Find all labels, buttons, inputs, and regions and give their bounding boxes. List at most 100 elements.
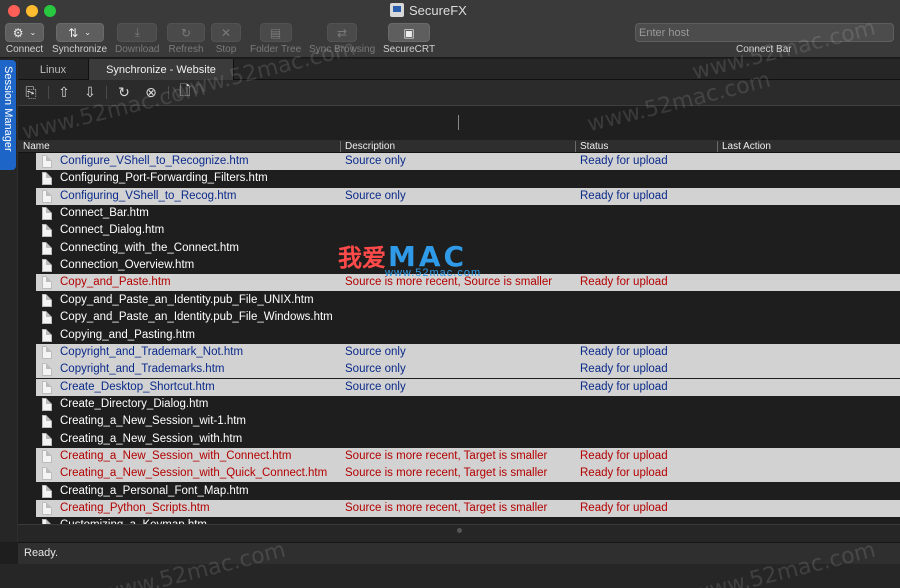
table-row[interactable]: Configuring_Port-Forwarding_Filters.htm bbox=[18, 170, 900, 187]
download-file-icon[interactable]: ⇩ bbox=[82, 84, 98, 100]
file-icon bbox=[42, 172, 52, 186]
status-cell: Ready for upload bbox=[580, 345, 668, 358]
table-row[interactable]: Copy_and_Paste_an_Identity.pub_File_UNIX… bbox=[18, 292, 900, 309]
status-cell bbox=[580, 293, 715, 308]
maximize-window-button[interactable] bbox=[44, 5, 56, 17]
table-row[interactable]: Creating_a_New_Session_with.htm bbox=[18, 431, 900, 448]
table-header: Name Description Status Last Action bbox=[18, 140, 900, 153]
table-row[interactable]: Connect_Bar.htm bbox=[18, 205, 900, 222]
file-icon bbox=[42, 484, 52, 498]
table-row[interactable]: Connect_Dialog.htm bbox=[18, 222, 900, 239]
description-cell: Source only bbox=[345, 189, 406, 202]
tab-linux[interactable]: Linux bbox=[18, 59, 88, 80]
file-name-cell: Connect_Bar.htm bbox=[60, 207, 149, 220]
table-row[interactable]: Configuring_VShell_to_Recog.htm Source on… bbox=[18, 187, 900, 205]
file-name-cell: Creating_a_Personal_Font_Map.htm bbox=[60, 484, 249, 497]
splitter-handle[interactable] bbox=[457, 528, 462, 533]
file-name-cell: Copyright_and_Trademarks.htm bbox=[60, 363, 225, 376]
connect-button[interactable]: ⚙ ⌄ Connect bbox=[5, 23, 44, 55]
description-cell bbox=[345, 171, 575, 186]
table-row[interactable]: Creating_Python_Scripts.htm Source is mor… bbox=[18, 500, 900, 517]
description-cell bbox=[345, 206, 575, 221]
file-name-cell: Copy_and_Paste.htm bbox=[60, 276, 171, 289]
synchronize-button[interactable]: ⇅ ⌄ Synchronize bbox=[52, 23, 107, 55]
table-row[interactable]: Copyright_and_Trademark_Not.htm Source on… bbox=[18, 343, 900, 361]
column-divider[interactable] bbox=[340, 141, 341, 152]
window-title-group: SecureFX bbox=[390, 2, 467, 18]
table-row[interactable]: Creating_a_Personal_Font_Map.htm bbox=[18, 483, 900, 500]
status-cell bbox=[580, 484, 715, 499]
compare-icon[interactable]: ⎘ bbox=[23, 84, 39, 100]
table-row[interactable]: Creating_a_New_Session_wit-1.htm bbox=[18, 413, 900, 430]
file-icon bbox=[42, 311, 52, 325]
stop-button[interactable]: ✕ Stop bbox=[211, 23, 241, 55]
status-cell bbox=[580, 258, 715, 273]
file-icon bbox=[42, 224, 52, 238]
file-icon bbox=[42, 415, 52, 429]
table-row[interactable]: Create_Desktop_Shortcut.htm Source only Re… bbox=[18, 378, 900, 396]
download-button[interactable]: ⤓ Download bbox=[115, 23, 159, 55]
description-cell bbox=[345, 293, 575, 308]
session-manager-tab[interactable]: Session Manager bbox=[0, 60, 16, 170]
file-icon bbox=[42, 449, 52, 463]
securefx-window: SecureFX ⚙ ⌄ Connect ⇅ ⌄ Synchronize ⤓ Dow… bbox=[0, 0, 900, 588]
file-name-cell: Creating_a_New_Session_with_Quick_Connec… bbox=[60, 467, 328, 480]
table-row[interactable]: Creating_a_New_Session_with_Connect.htm S… bbox=[18, 447, 900, 465]
column-divider[interactable] bbox=[575, 141, 576, 152]
file-name-cell: Create_Desktop_Shortcut.htm bbox=[60, 380, 215, 393]
table-row[interactable]: Configure_VShell_to_Recognize.htm Source … bbox=[18, 153, 900, 170]
file-name-cell: Creating_a_New_Session_wit-1.htm bbox=[60, 415, 247, 428]
file-name-cell: Creating_Python_Scripts.htm bbox=[60, 502, 210, 514]
file-name-cell: Connect_Dialog.htm bbox=[60, 224, 165, 237]
close-window-button[interactable] bbox=[8, 5, 20, 17]
chevron-down-icon: ⌄ bbox=[29, 28, 37, 37]
refresh-button[interactable]: ↻ Refresh bbox=[167, 23, 205, 55]
toolbar-separator bbox=[48, 86, 49, 99]
table-row[interactable]: Copyright_and_Trademarks.htm Source only R… bbox=[18, 361, 900, 379]
file-icon bbox=[42, 380, 52, 394]
file-name-cell: Create_Directory_Dialog.htm bbox=[60, 397, 209, 410]
file-name-cell: Copy_and_Paste_an_Identity.pub_File_UNIX… bbox=[60, 293, 314, 306]
description-cell bbox=[345, 328, 575, 343]
table-row[interactable]: Create_Directory_Dialog.htm bbox=[18, 396, 900, 413]
status-cell: Ready for upload bbox=[580, 155, 668, 167]
status-cell bbox=[580, 206, 715, 221]
file-name-cell: Creating_a_New_Session_with_Connect.htm bbox=[60, 449, 292, 462]
pane-splitter[interactable] bbox=[18, 524, 900, 542]
securecrt-button[interactable]: ▣ SecureCRT bbox=[383, 23, 435, 55]
table-row[interactable]: Copy_and_Paste_an_Identity.pub_File_Wind… bbox=[18, 309, 900, 326]
table-row[interactable]: Creating_a_New_Session_with_Quick_Connec… bbox=[18, 465, 900, 483]
column-header-status[interactable]: Status bbox=[580, 140, 608, 153]
status-cell: Ready for upload bbox=[580, 189, 668, 202]
sync-arrows-icon: ⇅ bbox=[68, 25, 79, 40]
status-cell bbox=[580, 223, 715, 238]
status-cell: Ready for upload bbox=[580, 467, 668, 480]
file-icon bbox=[42, 467, 52, 481]
status-cell bbox=[580, 414, 715, 429]
file-name-cell: Configuring_VShell_to_Recog.htm bbox=[60, 189, 237, 202]
file-name-cell: Creating_a_New_Session_with.htm bbox=[60, 432, 243, 445]
file-icon bbox=[42, 363, 52, 377]
file-name-cell: Configuring_Port-Forwarding_Filters.htm bbox=[60, 172, 268, 185]
securefx-app-icon bbox=[390, 3, 404, 17]
status-cell bbox=[580, 241, 715, 256]
upload-file-icon[interactable]: ⇧ bbox=[56, 84, 72, 100]
description-cell: Source is more recent, Target is smaller bbox=[345, 502, 548, 514]
column-header-last-action[interactable]: Last Action bbox=[722, 140, 771, 153]
status-cell: Ready for upload bbox=[580, 449, 668, 462]
table-row[interactable]: Copying_and_Pasting.htm bbox=[18, 327, 900, 344]
column-divider[interactable] bbox=[717, 141, 718, 152]
status-text: Ready. bbox=[24, 547, 59, 559]
watermark-url: www.52mac.com bbox=[385, 267, 482, 279]
minimize-window-button[interactable] bbox=[26, 5, 38, 17]
refresh-icon: ↻ bbox=[180, 25, 192, 40]
file-icon bbox=[42, 397, 52, 411]
chevron-down-icon: ⌄ bbox=[84, 28, 91, 37]
terminal-icon: ▣ bbox=[403, 25, 415, 40]
file-icon bbox=[42, 155, 52, 168]
column-header-description[interactable]: Description bbox=[345, 140, 395, 153]
table-row[interactable]: Customizing_a_Keymap.htm bbox=[18, 517, 900, 524]
description-cell: Source is more recent, Target is smaller bbox=[345, 449, 548, 462]
folder-tree-icon: ▤ bbox=[269, 25, 282, 40]
description-cell: Source only bbox=[345, 380, 406, 393]
